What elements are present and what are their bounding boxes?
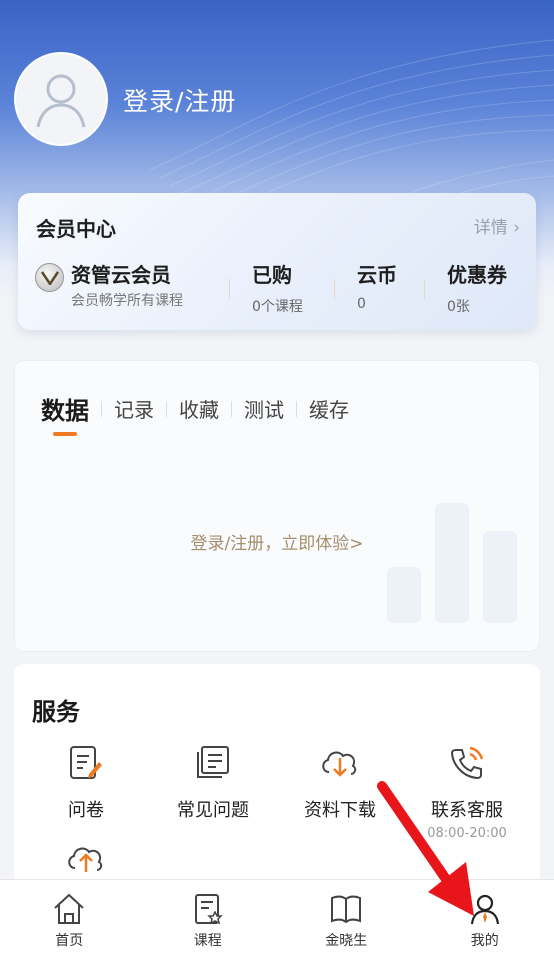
member-center-title: 会员中心 [36, 217, 116, 241]
tab-label: 课程 [193, 933, 222, 949]
vip-badge-icon [35, 263, 64, 292]
phone-icon [450, 746, 484, 780]
tab-data[interactable]: 数据 [41, 391, 101, 436]
service-label: 常见问题 [177, 800, 249, 821]
login-register-link[interactable]: 登录/注册 [123, 82, 236, 118]
divider [229, 279, 230, 299]
tab-label: 我的 [470, 933, 499, 949]
tab-tests[interactable]: 测试 [232, 394, 296, 423]
vip-subtitle: 会员畅学所有课程 [71, 293, 183, 309]
tab-favorites[interactable]: 收藏 [167, 394, 231, 423]
book-icon [331, 895, 362, 924]
data-panel: 数据 记录 收藏 测试 缓存 登录/注册，立即体验> [14, 360, 540, 652]
questionnaire-icon [70, 746, 102, 779]
stat-value: 0个课程 [252, 299, 303, 315]
service-faq[interactable]: 常见问题 [153, 744, 273, 822]
download-icon [322, 751, 357, 777]
tab-home[interactable]: 首页 [0, 880, 139, 954]
red-arrow-annotation [377, 781, 474, 916]
services-title: 服务 [32, 698, 80, 726]
bar-chart-decoration [387, 503, 517, 623]
user-avatar[interactable] [14, 52, 108, 146]
member-detail-link[interactable]: 详情 › [474, 213, 520, 238]
tab-label: 金晓生 [325, 933, 368, 949]
service-label: 问卷 [68, 800, 104, 821]
purchased-stat[interactable]: 已购 0个课程 [252, 259, 303, 316]
tab-courses[interactable]: 课程 [139, 880, 278, 954]
course-icon [194, 894, 223, 925]
divider [334, 279, 335, 299]
divider [424, 279, 425, 299]
default-user-icon [36, 74, 86, 128]
stat-label: 已购 [252, 263, 292, 287]
coupons-stat[interactable]: 优惠券 0张 [447, 259, 507, 316]
faq-icon [197, 746, 229, 778]
tab-records[interactable]: 记录 [102, 394, 166, 423]
tab-label: 首页 [55, 933, 84, 949]
member-center-card[interactable]: 会员中心 详情 › 资管云会员 会员畅学所有课程 已购 0个课程 云币 0 优惠… [18, 193, 536, 330]
coins-stat[interactable]: 云币 0 [357, 259, 397, 312]
service-questionnaire[interactable]: 问卷 [26, 744, 146, 822]
service-upload[interactable] [26, 840, 146, 880]
stat-label: 优惠券 [447, 263, 507, 287]
vip-name: 资管云会员 [71, 263, 171, 287]
stat-value: 0张 [447, 299, 470, 315]
stat-value: 0 [357, 296, 366, 312]
home-icon [54, 893, 84, 924]
data-tabs: 数据 记录 收藏 测试 缓存 [41, 391, 361, 436]
tab-cache[interactable]: 缓存 [297, 394, 361, 423]
login-experience-link[interactable]: 登录/注册，立即体验> [15, 529, 539, 554]
cloud-upload-icon [68, 847, 103, 872]
stat-label: 云币 [357, 263, 397, 287]
